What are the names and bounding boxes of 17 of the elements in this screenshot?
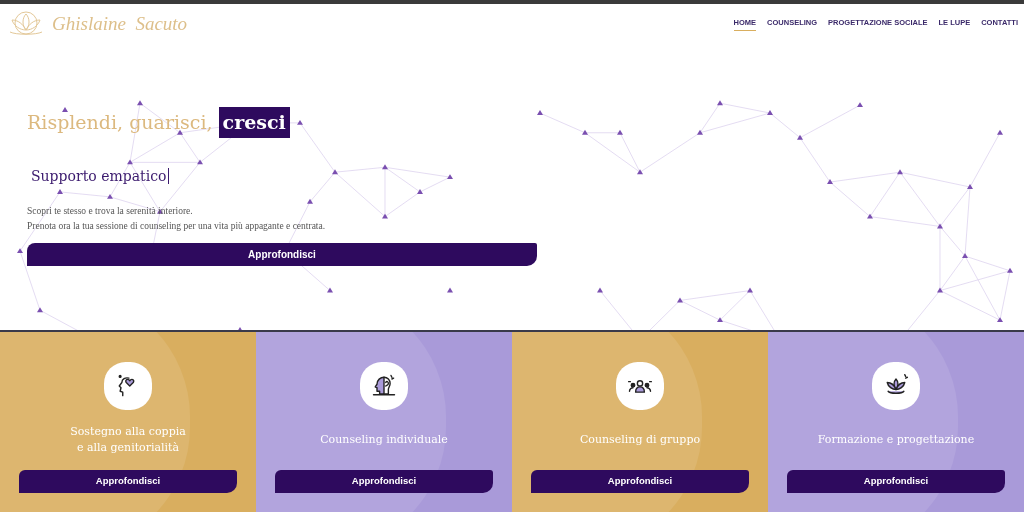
learn-more-button[interactable]: Approfondisci: [27, 242, 537, 266]
learn-more-button[interactable]: Approfondisci: [787, 470, 1005, 493]
hero-subtitle: Supporto empatico: [31, 166, 167, 186]
service-title: Counseling individuale: [320, 432, 448, 448]
service-title: Sostegno alla coppia e alla genitorialità: [70, 424, 186, 456]
hero-text: Scopri te stesso e trova la serenità interiore.: [27, 204, 194, 218]
lotus-logo-icon: [8, 10, 44, 38]
logo-text: Ghislaine Sacuto: [52, 11, 188, 36]
service-title: Formazione e progettazione: [817, 432, 975, 448]
hero-title-highlight: cresci: [218, 107, 290, 138]
service-title: Counseling di gruppo: [579, 432, 701, 448]
learn-more-button[interactable]: Approfondisci: [531, 470, 749, 493]
learn-more-button[interactable]: Approfondisci: [275, 470, 493, 493]
hero-title: Risplendi, guarisci,: [27, 110, 213, 135]
hero-text: Prenota ora la tua sessione di counseling per una vita più appagante e centrata.: [27, 219, 327, 233]
learn-more-button[interactable]: Approfondisci: [19, 470, 237, 493]
text-cursor: [168, 168, 170, 184]
